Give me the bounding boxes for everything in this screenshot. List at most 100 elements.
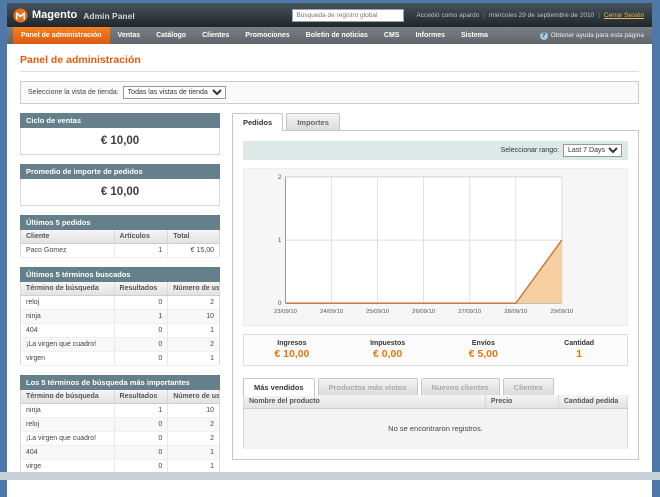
column-header: Resultados [114, 282, 168, 296]
column-header: Resultados [114, 390, 168, 404]
column-header: Total [168, 230, 220, 244]
total-value: € 0,00 [340, 348, 436, 360]
nav-item-bolet-n-de-noticias[interactable]: Boletín de noticias [298, 27, 376, 44]
table-row: Paco Gomez1€ 15,00 [21, 244, 220, 258]
cell: 0 [114, 338, 168, 352]
table-row: ¡La virgen que cuadro!02 [21, 432, 220, 446]
global-search-input[interactable] [292, 9, 404, 22]
help-link[interactable]: ? Obtener ayuda para esta página [540, 27, 644, 44]
total-ingresos: Ingresos€ 10,00 [244, 340, 340, 360]
dashboard-tabs: PedidosImportes [232, 113, 639, 130]
average-orders-value: € 10,00 [20, 179, 220, 206]
svg-text:1: 1 [278, 237, 282, 244]
lifetime-sales-value: € 10,00 [20, 128, 220, 155]
logout-link[interactable]: Cerrar Sesión [604, 12, 644, 19]
top-search-table: Término de búsquedaResultadosNúmero de u… [20, 390, 220, 474]
column-header: Cantidad pedida [558, 395, 627, 409]
products-table: Nombre del productoPrecioCantidad pedida… [243, 395, 628, 449]
lifetime-sales-box: Ciclo de ventas € 10,00 [20, 113, 220, 155]
logged-in-text: Accedió como apardo [416, 12, 479, 19]
separator: | [483, 12, 485, 19]
nav-item-panel-de-administraci-n[interactable]: Panel de administración [13, 27, 110, 44]
cell: 2 [168, 418, 220, 432]
svg-text:25/09/10: 25/09/10 [366, 309, 390, 315]
header-row: ClienteArtículosTotal [21, 230, 220, 244]
cell: 1 [114, 310, 168, 324]
total-value: € 5,00 [436, 348, 532, 360]
cell: Paco Gomez [21, 244, 115, 258]
tab-pedidos[interactable]: Pedidos [232, 113, 283, 131]
nav-item-clientes[interactable]: Clientes [194, 27, 237, 44]
svg-text:29/09/10: 29/09/10 [550, 309, 574, 315]
totals-row: Ingresos€ 10,00Impuestos€ 0,00Envíos€ 5,… [243, 334, 628, 366]
total-label: Impuestos [340, 340, 436, 347]
table-row: 40401 [21, 446, 220, 460]
empty-row-text: No se encontraron registros. [244, 408, 628, 448]
cell: 0 [114, 352, 168, 366]
total-label: Ingresos [244, 340, 340, 347]
total-label: Cantidad [531, 340, 627, 347]
range-select[interactable]: Last 7 Days [563, 144, 622, 157]
cell: reloj [21, 418, 115, 432]
tab-nuevos-clientes: Nuevos clientes [421, 378, 500, 395]
cell: 2 [168, 338, 220, 352]
last-orders-table: ClienteArtículosTotalPaco Gomez1€ 15,00 [20, 230, 220, 258]
brand: Magento Admin Panel [13, 8, 135, 23]
help-icon: ? [540, 32, 548, 40]
page-title: Panel de administración [20, 54, 639, 72]
box-title: Últimos 5 pedidos [20, 215, 220, 230]
total-cantidad: Cantidad1 [531, 340, 627, 360]
nav-items: Panel de administraciónVentasCatálogoCli… [13, 27, 496, 44]
svg-text:2: 2 [278, 174, 282, 181]
bottom-bar [0, 472, 660, 480]
separator: | [598, 12, 600, 19]
header-right: Accedió como apardo | miércoles 29 de se… [292, 9, 644, 22]
nav-item-cms[interactable]: CMS [376, 27, 408, 44]
cell: 1 [114, 244, 168, 258]
column-header: Artículos [114, 230, 168, 244]
table-row: virgen01 [21, 352, 220, 366]
nav-item-informes[interactable]: Informes [407, 27, 453, 44]
store-view-select[interactable]: Todas las vistas de tienda [123, 86, 226, 99]
magento-logo-icon [13, 8, 28, 23]
svg-text:28/09/10: 28/09/10 [504, 309, 528, 315]
cell: 0 [114, 446, 168, 460]
box-title: Ciclo de ventas [20, 113, 220, 128]
cell: 404 [21, 446, 115, 460]
nav-item-ventas[interactable]: Ventas [110, 27, 149, 44]
cell: 404 [21, 324, 115, 338]
cell: ninja [21, 404, 115, 418]
brand-name: Magento [32, 9, 77, 21]
table-row: 40401 [21, 324, 220, 338]
tab-m-s-vendidos[interactable]: Más vendidos [243, 378, 315, 396]
column-header: Término de búsqueda [21, 282, 115, 296]
total-impuestos: Impuestos€ 0,00 [340, 340, 436, 360]
cell: 0 [114, 324, 168, 338]
cell: 1 [168, 446, 220, 460]
column-header: Término de búsqueda [21, 390, 115, 404]
nav-item-promociones[interactable]: Promociones [237, 27, 297, 44]
box-title: Los 5 términos de búsqueda más important… [20, 375, 220, 390]
svg-text:0: 0 [278, 300, 282, 307]
header-row: Término de búsquedaResultadosNúmero de u… [21, 390, 220, 404]
tab-importes[interactable]: Importes [286, 113, 340, 130]
cell: reloj [21, 296, 115, 310]
cell: 0 [114, 296, 168, 310]
content-area: Panel de administración Seleccione la vi… [7, 44, 652, 497]
tab-productos-m-s-vistos: Productos más vistos [318, 378, 418, 395]
brand-subtitle: Admin Panel [83, 11, 134, 21]
nav-item-sistema[interactable]: Sistema [453, 27, 496, 44]
table-row: ¡La virgen que cuadro!02 [21, 338, 220, 352]
header-date: miércoles 29 de septiembre de 2010 [489, 12, 594, 19]
cell: ¡La virgen que cuadro! [21, 338, 115, 352]
top-search-terms-box: Los 5 términos de búsqueda más important… [20, 375, 220, 474]
nav-item-cat-logo[interactable]: Catálogo [148, 27, 194, 44]
dashboard-panel: Seleccionar rango: Last 7 Days 01223/09/… [232, 130, 639, 460]
store-selector-label: Seleccione la vista de tienda: [28, 89, 119, 96]
total-env-os: Envíos€ 5,00 [436, 340, 532, 360]
header-row: Término de búsquedaResultadosNúmero de u… [21, 282, 220, 296]
last-search-table: Término de búsquedaResultadosNúmero de u… [20, 282, 220, 366]
table-row: reloj02 [21, 296, 220, 310]
help-label: Obtener ayuda para esta página [551, 32, 644, 39]
total-value: € 10,00 [244, 348, 340, 360]
